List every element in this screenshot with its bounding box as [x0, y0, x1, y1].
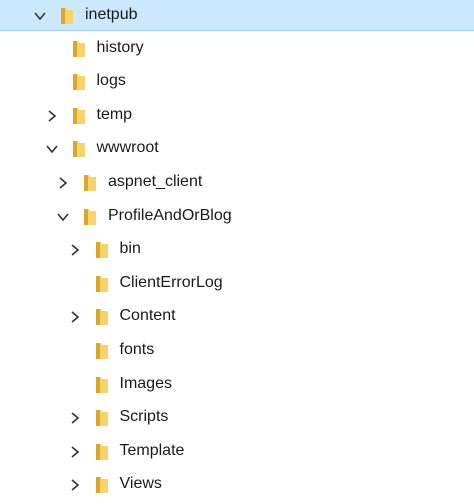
folder-icon — [95, 409, 109, 427]
tree-item-temp[interactable]: temp — [0, 99, 474, 132]
chevron-right-icon[interactable] — [68, 478, 82, 492]
tree-item-wwwroot[interactable]: wwwroot — [0, 132, 474, 165]
tree-item-logs[interactable]: logs — [0, 65, 474, 98]
tree-item-template[interactable]: Template — [0, 435, 474, 468]
folder-icon — [83, 174, 97, 192]
tree-item-content[interactable]: Content — [0, 300, 474, 333]
tree-item-label: fonts — [119, 341, 155, 358]
tree-item-label: Scripts — [119, 408, 169, 426]
tree-item-history[interactable]: history — [0, 32, 474, 65]
tree-item-label: logs — [96, 72, 126, 90]
tree-item-label: bin — [119, 240, 141, 258]
folder-icon — [95, 241, 109, 259]
folder-tree: inetpub history logs temp wwwroot aspnet_clie… — [0, 0, 474, 504]
folder-icon — [95, 342, 109, 360]
tree-item-label: Views — [119, 475, 162, 493]
chevron-right-icon[interactable] — [68, 411, 82, 425]
folder-icon — [60, 7, 74, 25]
tree-item-label: ProfileAndOrBlog — [108, 206, 232, 224]
folder-icon — [72, 40, 86, 58]
chevron-right-icon[interactable] — [68, 445, 82, 459]
folder-icon — [95, 275, 109, 293]
folder-icon — [95, 476, 109, 494]
tree-item-label: wwwroot — [96, 139, 159, 157]
tree-item-label: temp — [96, 105, 133, 123]
tree-item-label: history — [96, 38, 144, 56]
chevron-down-icon[interactable] — [56, 210, 70, 224]
chevron-right-icon[interactable] — [68, 243, 82, 257]
chevron-down-icon[interactable] — [45, 142, 59, 156]
folder-icon — [95, 376, 109, 394]
chevron-down-icon[interactable] — [33, 9, 47, 23]
chevron-right-icon[interactable] — [45, 109, 59, 123]
tree-item-clienterrorlog[interactable]: ClientErrorLog — [0, 267, 474, 300]
tree-item-label: Images — [119, 374, 172, 392]
folder-icon — [83, 208, 97, 226]
tree-item-label: aspnet_client — [108, 173, 203, 190]
folder-icon — [95, 308, 109, 326]
tree-item-inetpub[interactable]: inetpub — [0, 0, 474, 31]
chevron-right-icon[interactable] — [68, 310, 82, 324]
folder-icon — [72, 107, 86, 125]
tree-item-label: ClientErrorLog — [119, 273, 223, 291]
chevron-right-icon[interactable] — [56, 176, 70, 190]
tree-item-label: Content — [119, 307, 176, 325]
folder-icon — [72, 73, 86, 91]
tree-item-images[interactable]: Images — [0, 368, 474, 401]
tree-item-bin[interactable]: bin — [0, 233, 474, 266]
tree-item-views[interactable]: Views — [0, 468, 474, 501]
folder-icon — [72, 140, 86, 158]
tree-item-label: inetpub — [85, 6, 138, 23]
tree-item-aspnet-client[interactable]: aspnet_client — [0, 166, 474, 199]
tree-item-scripts[interactable]: Scripts — [0, 401, 474, 434]
tree-item-fonts[interactable]: fonts — [0, 334, 474, 367]
tree-item-label: Template — [119, 441, 185, 459]
tree-item-profileandorblog[interactable]: ProfileAndOrBlog — [0, 200, 474, 233]
folder-icon — [95, 443, 109, 461]
